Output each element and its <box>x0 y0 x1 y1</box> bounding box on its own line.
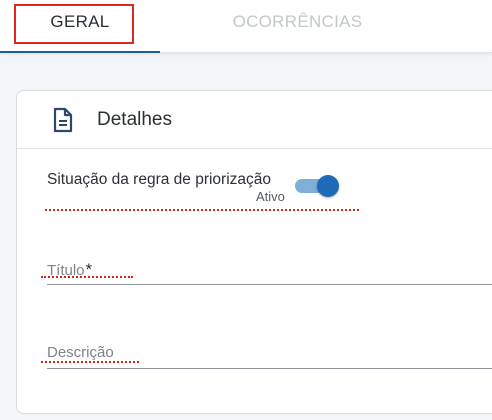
tab-geral[interactable]: GERAL <box>0 0 160 53</box>
details-card: Detalhes Situação da regra de priorizaçã… <box>16 90 492 414</box>
card-header: Detalhes <box>17 91 492 149</box>
document-icon <box>53 107 73 133</box>
tab-bar: GERAL OCORRÊNCIAS <box>0 0 492 53</box>
titulo-field[interactable]: Título* <box>47 254 492 285</box>
spellcheck-underline <box>45 209 359 211</box>
tab-ocorrencias-label: OCORRÊNCIAS <box>232 12 363 31</box>
toggle-status-text: Ativo <box>256 189 285 204</box>
active-tab-indicator <box>0 51 160 53</box>
tab-ocorrencias[interactable]: OCORRÊNCIAS <box>160 0 435 52</box>
toggle-knob <box>317 175 339 197</box>
toggle-label: Situação da regra de priorização <box>47 171 272 188</box>
descricao-label: Descrição <box>47 344 114 361</box>
card-title: Detalhes <box>97 109 172 130</box>
highlight-box <box>14 4 134 44</box>
spellcheck-underline <box>41 361 139 363</box>
spellcheck-underline <box>41 276 133 278</box>
descricao-field[interactable]: Descrição <box>47 338 492 369</box>
status-toggle[interactable] <box>295 175 339 197</box>
